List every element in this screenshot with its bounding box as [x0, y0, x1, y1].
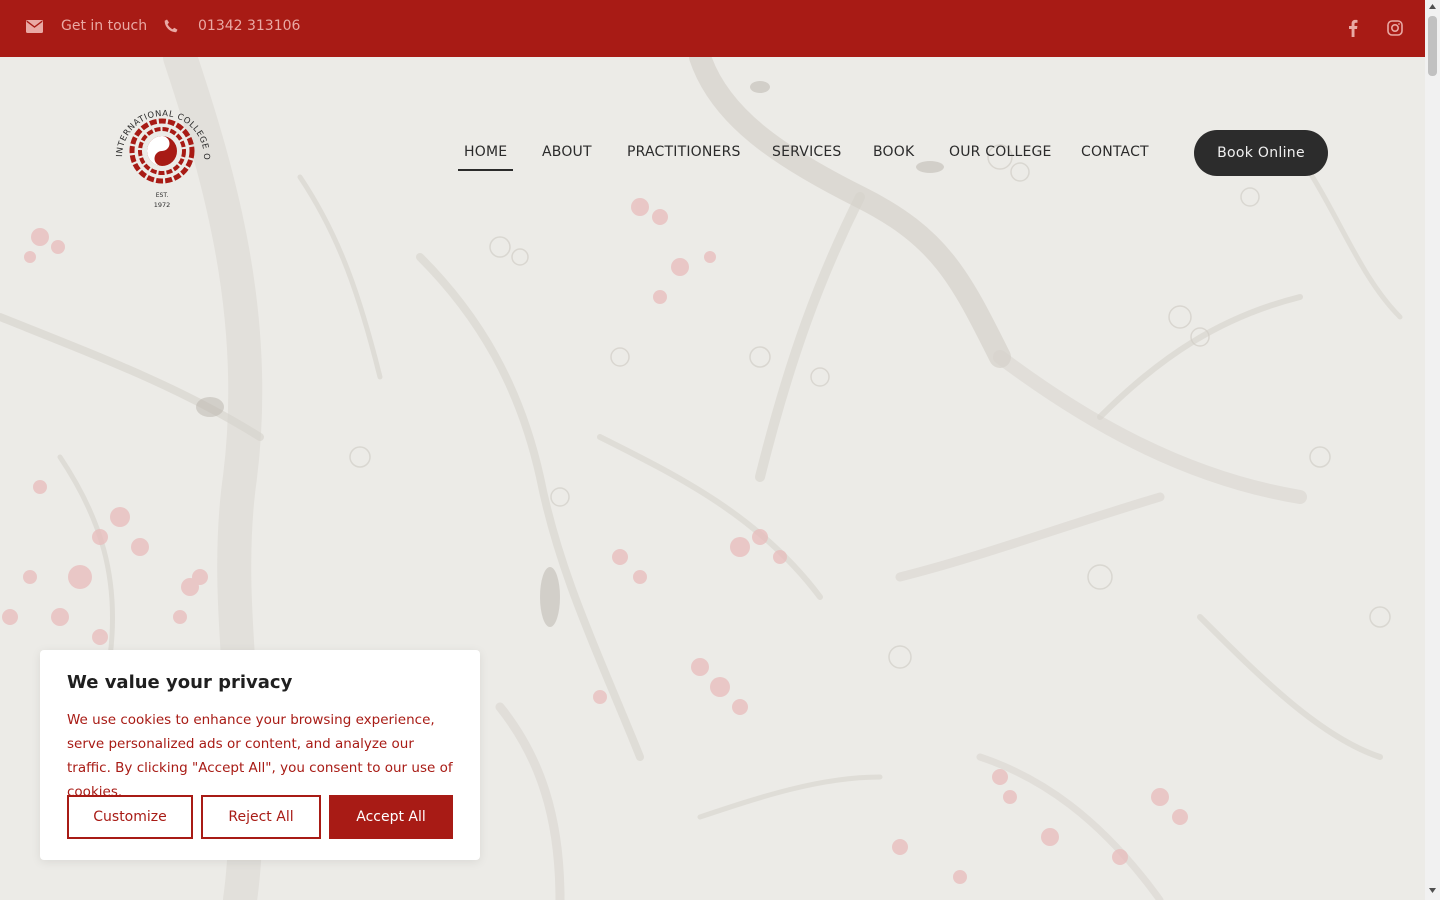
- nav-our-college[interactable]: OUR COLLEGE: [949, 144, 1052, 160]
- phone-number-label: 01342 313106: [198, 18, 301, 34]
- phone-link[interactable]: 01342 313106: [162, 17, 300, 35]
- phone-icon: [162, 17, 180, 35]
- accept-all-button[interactable]: Accept All: [329, 795, 453, 839]
- scroll-down-arrow-icon[interactable]: [1428, 886, 1437, 894]
- get-in-touch-label: Get in touch: [61, 18, 148, 34]
- college-logo[interactable]: INTERNATIONAL COLLEGE OF ORIENTAL MEDICI…: [104, 87, 218, 213]
- cookie-consent-banner: We value your privacy We use cookies to …: [40, 650, 480, 860]
- customize-button[interactable]: Customize: [67, 795, 193, 839]
- scrollbar-thumb[interactable]: [1428, 16, 1437, 76]
- logo-year: 1972: [154, 201, 171, 209]
- logo-est-label: EST.: [156, 192, 169, 199]
- instagram-icon[interactable]: [1385, 18, 1405, 38]
- top-bar: Get in touch 01342 313106: [0, 0, 1425, 57]
- page-scrollbar[interactable]: [1425, 0, 1440, 900]
- nav-contact[interactable]: CONTACT: [1081, 144, 1149, 160]
- nav-book[interactable]: BOOK: [873, 144, 914, 160]
- reject-all-button[interactable]: Reject All: [201, 795, 321, 839]
- nav-services[interactable]: SERVICES: [772, 144, 842, 160]
- get-in-touch-link[interactable]: Get in touch: [25, 17, 147, 35]
- nav-practitioners[interactable]: PRACTITIONERS: [627, 144, 741, 160]
- nav-about[interactable]: ABOUT: [542, 144, 592, 160]
- cookie-text: We use cookies to enhance your browsing …: [67, 712, 453, 800]
- scroll-up-arrow-icon[interactable]: [1428, 3, 1437, 11]
- cookie-title: We value your privacy: [67, 672, 293, 693]
- facebook-icon[interactable]: [1343, 18, 1363, 38]
- envelope-icon: [25, 17, 43, 35]
- book-online-button[interactable]: Book Online: [1194, 130, 1328, 176]
- nav-home[interactable]: HOME: [457, 144, 514, 171]
